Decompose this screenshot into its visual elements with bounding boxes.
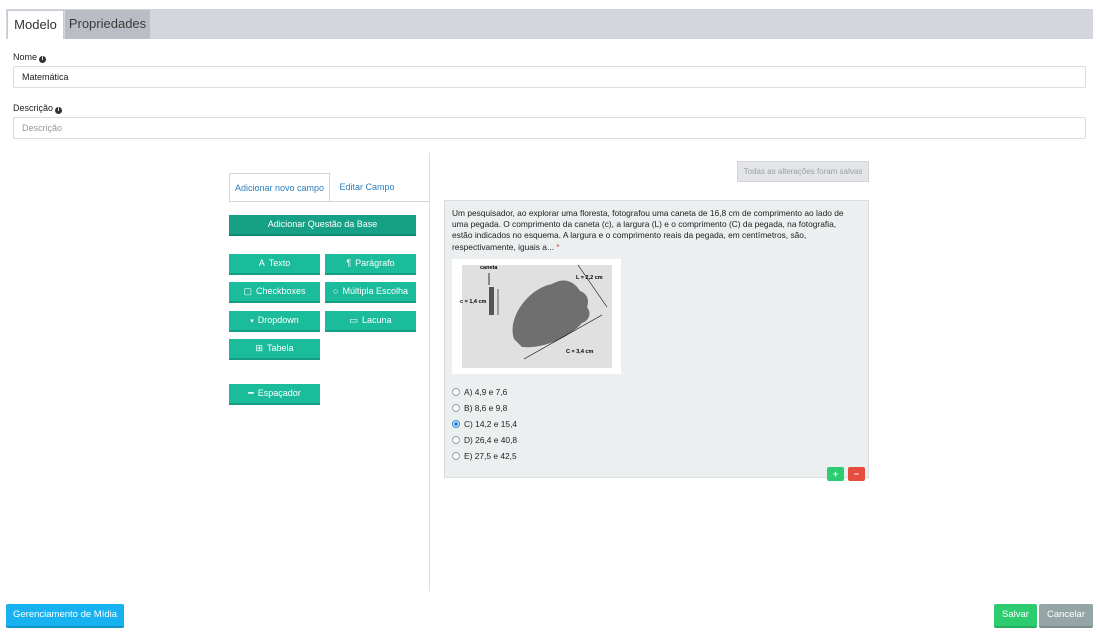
radio-b[interactable]: [452, 404, 460, 412]
media-management-button[interactable]: Gerenciamento de Mídia: [6, 604, 124, 628]
texto-label: Texto: [268, 258, 291, 268]
label-L: L = 2,2 cm: [576, 275, 603, 281]
table-icon: ⊞: [255, 343, 263, 353]
option-b[interactable]: B) 8,6 e 9,8: [452, 400, 517, 416]
saved-status: Todas as alterações foram salvas: [737, 161, 869, 182]
espacador-label: Espaçador: [257, 388, 301, 398]
paragrafo-label: Parágrafo: [355, 258, 395, 268]
minus-icon: −: [853, 469, 860, 479]
checkbox-icon: ▢: [243, 286, 252, 296]
lacuna-label: Lacuna: [361, 315, 392, 325]
paragrafo-button[interactable]: ¶ Parágrafo: [325, 254, 416, 275]
option-a[interactable]: A) 4,9 e 7,6: [452, 384, 517, 400]
option-b-label: B) 8,6 e 9,8: [464, 403, 508, 413]
save-button[interactable]: Salvar: [994, 604, 1037, 628]
dropdown-button[interactable]: ▾ Dropdown: [229, 311, 320, 332]
tab-underline: [229, 201, 429, 202]
add-base-question-button[interactable]: Adicionar Questão da Base: [229, 215, 416, 236]
descricao-input[interactable]: Descrição: [13, 117, 1086, 139]
text-icon: A: [258, 258, 265, 268]
tabela-label: Tabela: [267, 343, 294, 353]
nome-label-text: Nome: [13, 52, 38, 62]
dropdown-label: Dropdown: [257, 315, 299, 325]
panel-divider: [429, 153, 430, 591]
nome-label: Nome i: [13, 52, 47, 63]
lacuna-button[interactable]: ▭ Lacuna: [325, 311, 416, 332]
label-C: C = 3,4 cm: [566, 349, 593, 355]
plus-icon: +: [832, 469, 839, 479]
descricao-label-text: Descrição: [13, 103, 54, 113]
label-caneta: caneta: [480, 265, 498, 271]
radio-icon: ○: [333, 286, 339, 296]
option-d[interactable]: D) 26,4 e 40,8: [452, 432, 517, 448]
texto-button[interactable]: A Texto: [229, 254, 320, 275]
pen-shape: [489, 287, 494, 315]
caret-down-icon: ▾: [250, 318, 254, 325]
multipla-escolha-button[interactable]: ○ Múltipla Escolha: [325, 282, 416, 303]
tab-propriedades[interactable]: Propriedades: [65, 10, 150, 39]
question-text: Um pesquisador, ao explorar uma floresta…: [452, 208, 857, 253]
checkboxes-label: Checkboxes: [255, 286, 306, 296]
option-a-label: A) 4,9 e 7,6: [464, 387, 508, 397]
option-d-label: D) 26,4 e 40,8: [464, 435, 518, 445]
required-mark: *: [556, 241, 560, 252]
tab-adicionar-campo[interactable]: Adicionar novo campo: [229, 173, 330, 202]
espacador-button[interactable]: ━ Espaçador: [229, 384, 320, 405]
remove-option-button[interactable]: −: [848, 467, 865, 481]
tabela-button[interactable]: ⊞ Tabela: [229, 339, 320, 360]
top-tab-bar: Modelo Propriedades: [6, 9, 1093, 39]
descricao-label: Descrição i: [13, 103, 63, 114]
cancel-button[interactable]: Cancelar: [1039, 604, 1093, 628]
info-icon: i: [55, 107, 63, 114]
radio-e[interactable]: [452, 452, 460, 460]
option-c[interactable]: C) 14,2 e 15,4: [452, 416, 517, 432]
option-e-label: E) 27,5 e 42,5: [464, 451, 517, 461]
nome-input[interactable]: Matemática: [13, 66, 1086, 88]
checkboxes-button[interactable]: ▢ Checkboxes: [229, 282, 320, 303]
question-card[interactable]: Um pesquisador, ao explorar uma floresta…: [444, 200, 869, 478]
radio-a[interactable]: [452, 388, 460, 396]
radio-d[interactable]: [452, 436, 460, 444]
spacer-icon: ━: [248, 388, 254, 398]
tab-modelo[interactable]: Modelo: [7, 10, 64, 39]
info-icon: i: [39, 56, 47, 63]
multipla-label: Múltipla Escolha: [342, 286, 408, 296]
add-option-button[interactable]: +: [827, 467, 844, 481]
paragraph-icon: ¶: [346, 258, 352, 268]
question-body: Um pesquisador, ao explorar uma floresta…: [452, 208, 844, 252]
options-list: A) 4,9 e 7,6 B) 8,6 e 9,8 C) 14,2 e 15,4…: [452, 384, 517, 464]
option-e[interactable]: E) 27,5 e 42,5: [452, 448, 517, 464]
label-c: c = 1,4 cm: [460, 299, 487, 305]
radio-c[interactable]: [452, 420, 460, 428]
blank-field-icon: ▭: [349, 315, 358, 325]
footprint-diagram: caneta c = 1,4 cm L = 2,2 cm C = 3,4 cm: [452, 259, 621, 374]
option-c-label: C) 14,2 e 15,4: [464, 419, 518, 429]
tab-editar-campo[interactable]: Editar Campo: [332, 173, 402, 202]
